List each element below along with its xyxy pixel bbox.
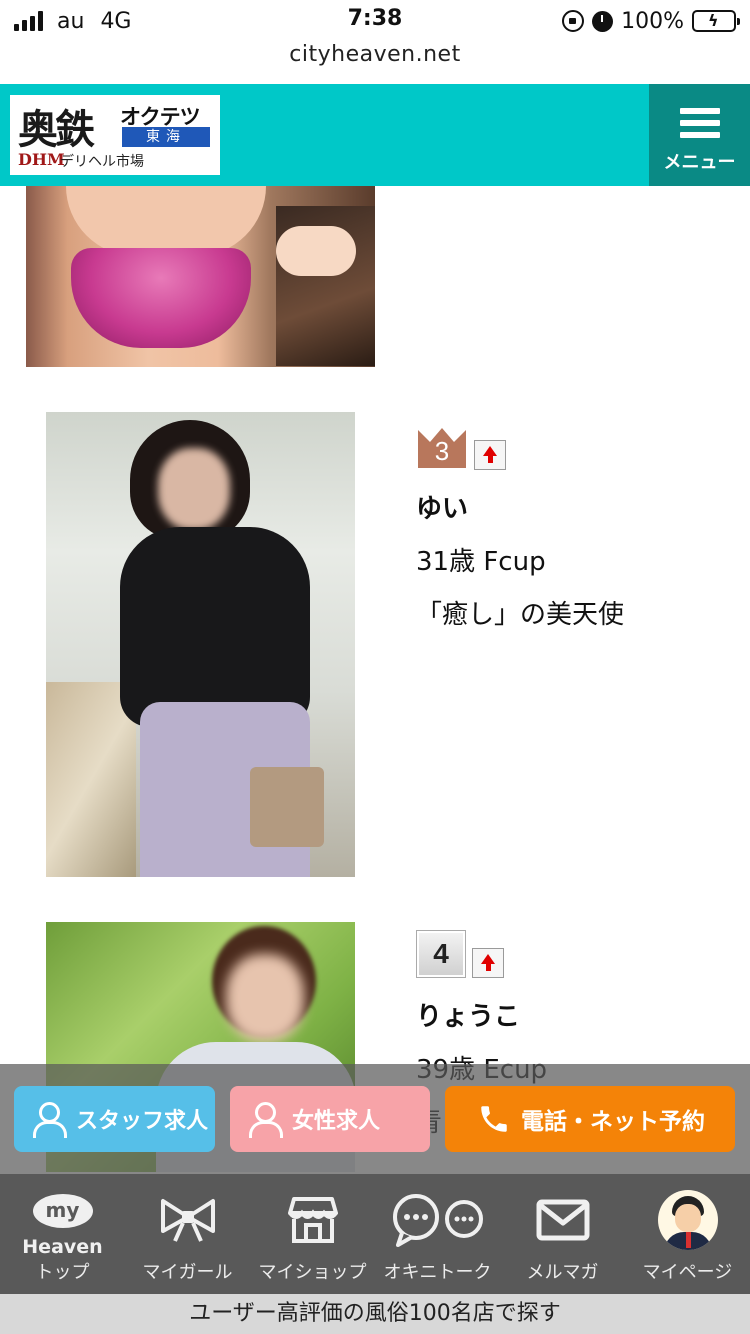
- rank-number: 4: [416, 930, 466, 978]
- alarm-icon: [592, 10, 614, 32]
- status-bar: au 4G 7:38 100% ϟ cityheaven.net: [0, 0, 750, 84]
- top-shops-banner[interactable]: ユーザー高評価の風俗100名店で探す: [0, 1294, 750, 1334]
- tab-my-girl[interactable]: マイガール: [125, 1174, 250, 1294]
- girl-name[interactable]: りょうこ: [416, 996, 736, 1033]
- rank-row: 4: [416, 928, 736, 978]
- mail-icon: [500, 1192, 625, 1248]
- tab-label: オキニトーク: [383, 1262, 492, 1283]
- avatar-icon: [625, 1190, 750, 1250]
- rank-up-arrow-icon: [474, 440, 506, 470]
- my-heaven-icon: my Heaven: [0, 1192, 125, 1258]
- girl-info: 3 ゆい 31歳 Fcup 「癒し」の美天使: [416, 420, 736, 631]
- women-recruit-button[interactable]: 女性求人: [230, 1086, 430, 1152]
- address-bar-url[interactable]: cityheaven.net: [0, 42, 750, 67]
- person-icon: [32, 1102, 67, 1138]
- bottom-tab-bar: my Heaven トップ マイガール マイショップ オキニトーク メルマガ マ…: [0, 1174, 750, 1294]
- tab-label: マイページ: [642, 1262, 733, 1283]
- tab-top[interactable]: my Heaven トップ: [0, 1174, 125, 1294]
- rank-up-arrow-icon: [472, 948, 504, 978]
- women-recruit-label: 女性求人: [292, 1109, 381, 1134]
- crown-rank-icon: 3: [416, 424, 468, 470]
- logo-kanji: 奥鉄: [18, 106, 95, 153]
- rank-row: 3: [416, 420, 736, 470]
- reserve-label: 電話・ネット予約: [521, 1109, 705, 1135]
- girl-photo[interactable]: [46, 412, 355, 877]
- floating-action-bar: スタッフ求人 女性求人 電話・ネット予約: [0, 1064, 750, 1174]
- shop-icon: [250, 1192, 375, 1248]
- staff-recruit-label: スタッフ求人: [76, 1109, 209, 1134]
- status-right: 100% ϟ: [562, 6, 740, 36]
- menu-label: メニュー: [663, 152, 736, 173]
- tab-label: メルマガ: [526, 1262, 599, 1283]
- menu-button[interactable]: メニュー: [649, 84, 750, 186]
- phone-icon: [481, 1106, 507, 1132]
- tab-my-page[interactable]: マイページ: [625, 1174, 750, 1294]
- girl-photo-previous[interactable]: [26, 186, 375, 367]
- logo-mark: DHM: [18, 150, 65, 169]
- site-header: 奥鉄 オクテツ 東海 DHM デリヘル市場 メニュー: [0, 84, 750, 186]
- logo-subtitle: デリヘル市場: [60, 154, 144, 170]
- girl-catchphrase: 「癒し」の美天使: [416, 600, 625, 630]
- reserve-button[interactable]: 電話・ネット予約: [445, 1086, 735, 1152]
- battery-percent: 100%: [621, 8, 684, 34]
- tab-label: トップ: [35, 1262, 90, 1283]
- tab-mail-magazine[interactable]: メルマガ: [500, 1174, 625, 1294]
- tab-okini-talk[interactable]: オキニトーク: [375, 1174, 500, 1294]
- ribbon-icon: [125, 1192, 250, 1248]
- staff-recruit-button[interactable]: スタッフ求人: [14, 1086, 215, 1152]
- tab-label: マイガール: [142, 1262, 233, 1283]
- rank-number: 3: [434, 436, 450, 466]
- tab-label: マイショップ: [258, 1262, 367, 1283]
- logo-region: 東海: [122, 127, 210, 147]
- tab-my-shop[interactable]: マイショップ: [250, 1174, 375, 1294]
- hamburger-icon: [680, 108, 720, 144]
- girl-name[interactable]: ゆい: [416, 488, 736, 525]
- rotation-lock-icon: [562, 10, 585, 32]
- girl-spec: 31歳 Fcup: [416, 547, 546, 577]
- shop-logo[interactable]: 奥鉄 オクテツ 東海 DHM デリヘル市場: [10, 95, 220, 175]
- chat-bubbles-icon: [375, 1192, 500, 1248]
- person-icon: [248, 1102, 283, 1138]
- battery-charging-icon: ϟ: [692, 10, 740, 32]
